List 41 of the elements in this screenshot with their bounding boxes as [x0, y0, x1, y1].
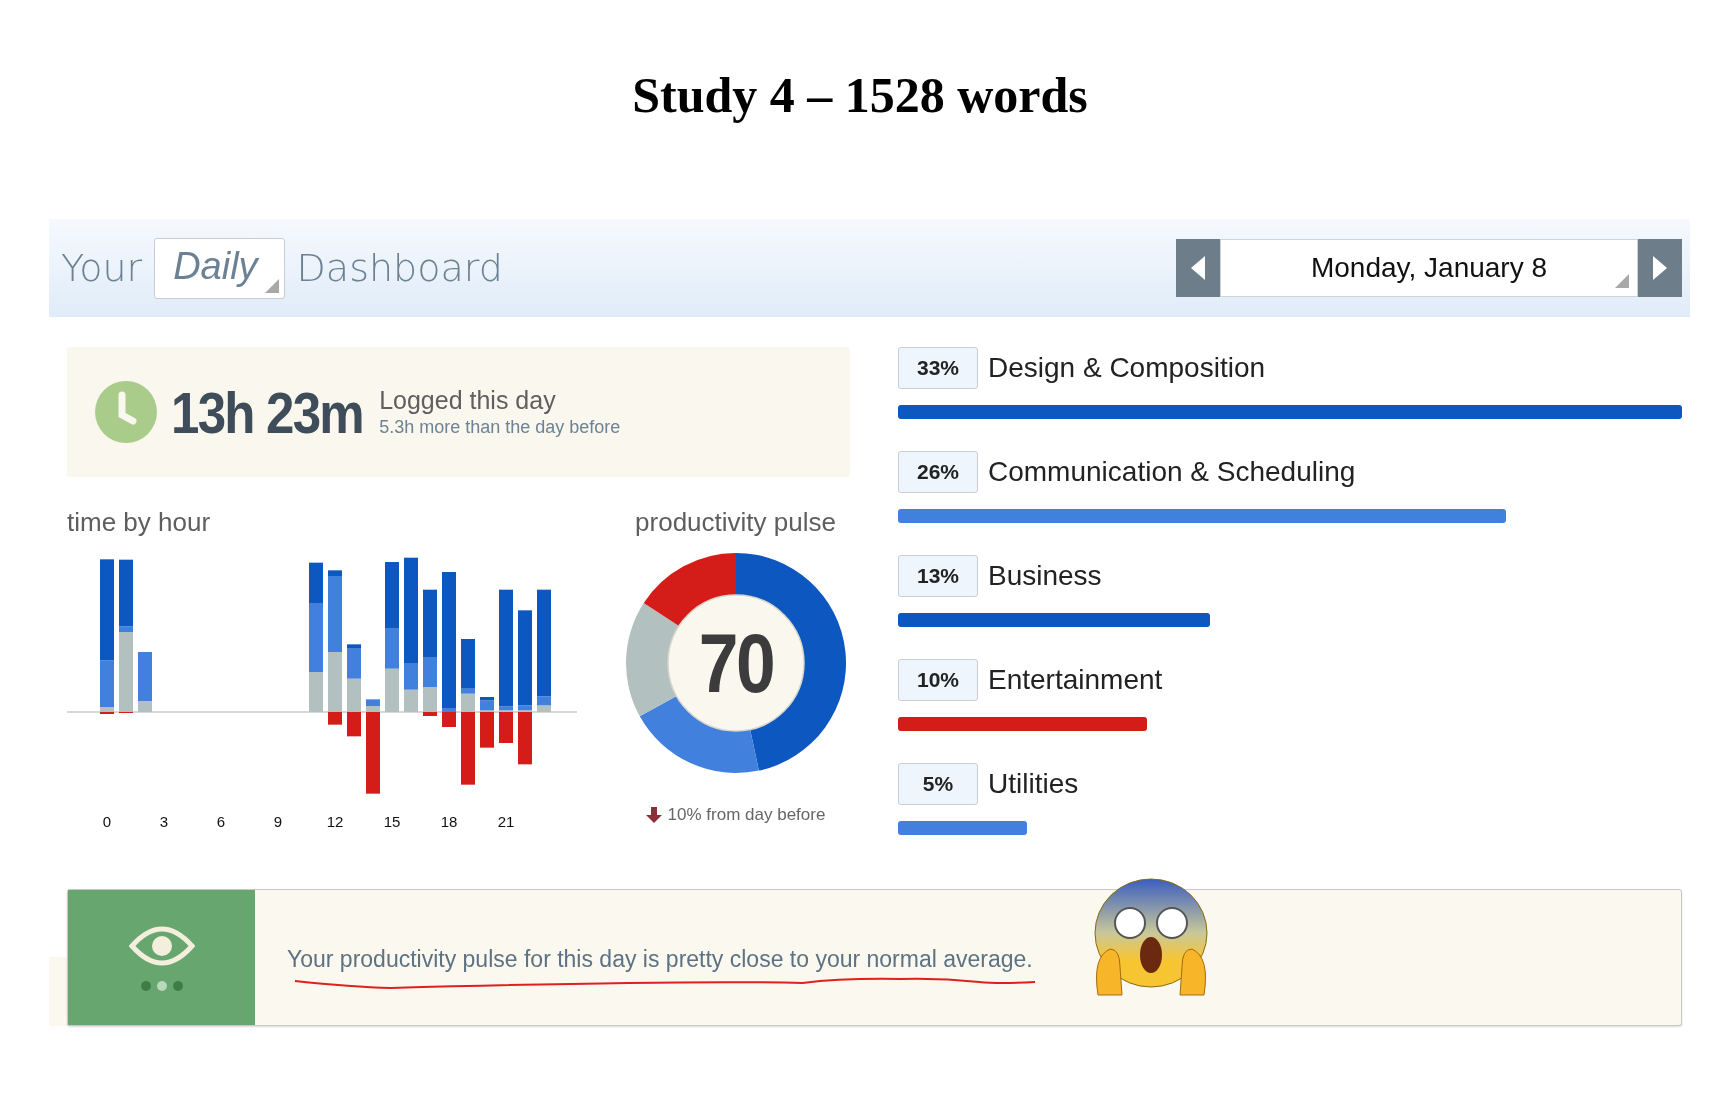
scared-face-icon: [1092, 877, 1210, 997]
period-dropdown[interactable]: Daily: [154, 237, 285, 299]
previous-day-button[interactable]: [1176, 239, 1220, 297]
pulse-change-text: 10% from day before: [667, 805, 826, 825]
percent-badge: 10%: [898, 659, 978, 701]
document-title: Study 4 – 1528 words: [632, 66, 1088, 124]
hour-label: 3: [159, 813, 169, 830]
dots-icon: [139, 979, 184, 992]
date-field[interactable]: Monday, January 8: [1220, 239, 1638, 297]
hour-label: 6: [216, 813, 226, 830]
percent-badge: 5%: [898, 763, 978, 805]
chart-title: time by hour: [67, 507, 212, 539]
next-day-button[interactable]: [1638, 239, 1682, 297]
percent-badge: 13%: [898, 555, 978, 597]
hour-label: 9: [273, 813, 283, 830]
header-text: Dashboard: [296, 246, 503, 290]
pulse-score: 70: [698, 614, 773, 712]
hour-label: 0: [102, 813, 112, 830]
hour-label: 21: [497, 813, 515, 830]
corner-triangle-icon: [1615, 274, 1629, 288]
insight-message: Your productivity pulse for this day is pretty close to your normal average.: [287, 946, 1033, 973]
chart-title: productivity pulse: [635, 507, 836, 539]
hour-label: 18: [440, 813, 458, 830]
category-name: Communication & Scheduling: [988, 456, 1356, 488]
corner-triangle-icon: [264, 278, 279, 293]
triangle-icon: [1191, 256, 1205, 280]
header-text: Your: [61, 246, 143, 290]
hour-label: 12: [326, 813, 344, 830]
logged-label: Logged this day: [379, 386, 557, 415]
category-name: Business: [988, 560, 1102, 592]
percent-badge: 33%: [898, 347, 978, 389]
comparison-text: 5.3h more than the day before: [379, 417, 621, 438]
down-arrow-icon: [645, 807, 662, 823]
category-name: Entertainment: [988, 664, 1163, 696]
time-logged-value: 13h 23m: [171, 378, 363, 446]
clock-icon: [95, 381, 157, 443]
triangle-icon: [1653, 256, 1667, 280]
hour-label: 15: [383, 813, 401, 830]
category-name: Utilities: [988, 768, 1079, 800]
category-name: Design & Composition: [988, 352, 1266, 384]
percent-badge: 26%: [898, 451, 978, 493]
